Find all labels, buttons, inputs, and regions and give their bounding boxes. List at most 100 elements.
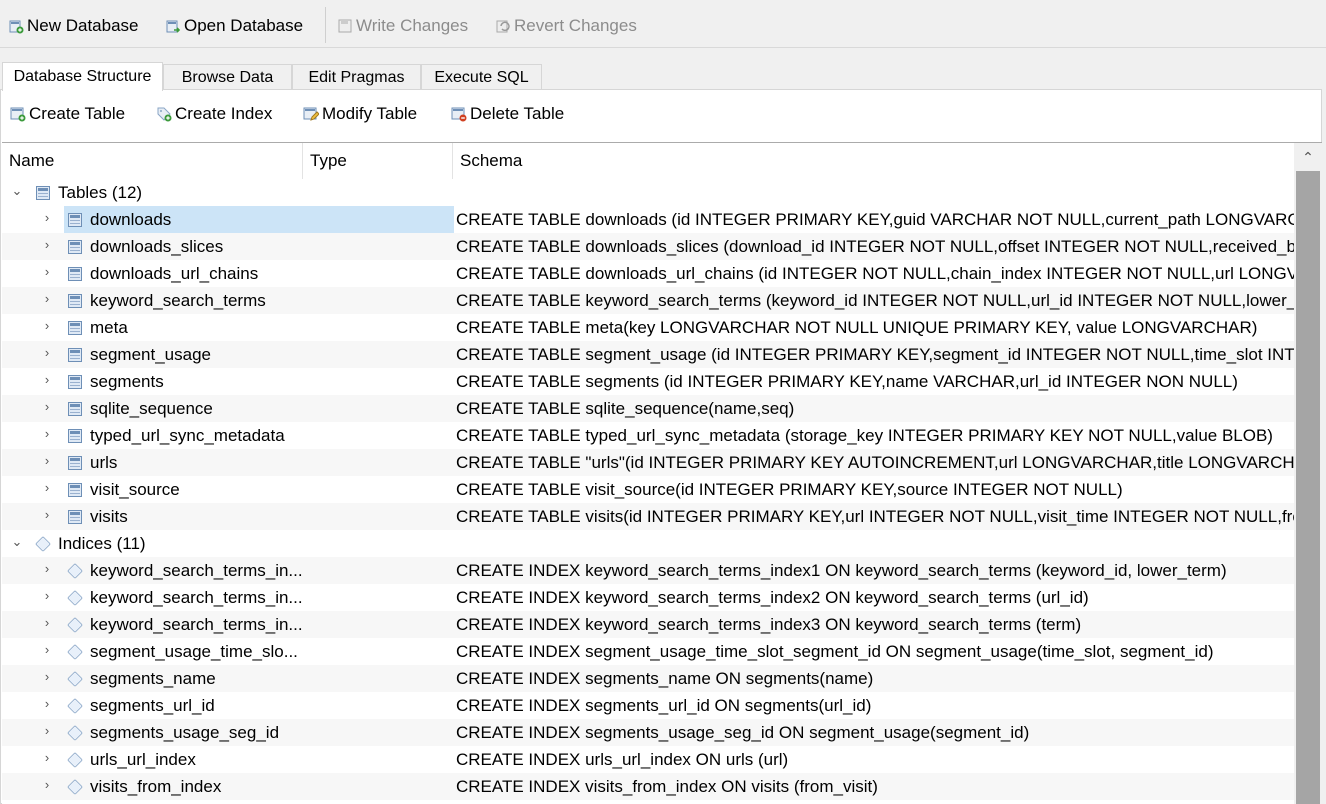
chevron-right-icon[interactable]: › <box>40 373 54 387</box>
create-index-icon <box>156 106 172 122</box>
tab-browse-data[interactable]: Browse Data <box>163 64 292 90</box>
table-icon <box>68 347 82 362</box>
write-changes-icon <box>337 18 353 34</box>
index-row[interactable]: › visits_from_index CREATE INDEX visits_… <box>2 773 1294 800</box>
table-row[interactable]: › segments CREATE TABLE segments (id INT… <box>2 368 1294 395</box>
schema-cell: CREATE INDEX keyword_search_terms_index2… <box>456 587 1089 607</box>
index-row[interactable]: › segments_usage_seg_id CREATE INDEX seg… <box>2 719 1294 746</box>
chevron-right-icon[interactable]: › <box>40 589 54 603</box>
chevron-right-icon[interactable]: › <box>40 427 54 441</box>
index-row[interactable]: › keyword_search_terms_in... CREATE INDE… <box>2 584 1294 611</box>
chevron-right-icon[interactable]: › <box>40 643 54 657</box>
table-group-icon <box>36 185 50 200</box>
chevron-right-icon[interactable]: › <box>40 562 54 576</box>
vertical-scrollbar[interactable]: ⌃ <box>1294 143 1322 804</box>
table-row[interactable]: › urls CREATE TABLE "urls"(id INTEGER PR… <box>2 449 1294 476</box>
group-row-indices[interactable]: ⌄ Indices (11) <box>2 530 1294 557</box>
chevron-right-icon[interactable]: › <box>40 292 54 306</box>
schema-cell: CREATE TABLE sqlite_sequence(name,seq) <box>456 398 795 418</box>
table-icon <box>68 401 82 416</box>
table-row[interactable]: › visit_source CREATE TABLE visit_source… <box>2 476 1294 503</box>
chevron-right-icon[interactable]: › <box>40 211 54 225</box>
index-row[interactable]: › segment_usage_time_slo... CREATE INDEX… <box>2 638 1294 665</box>
tab-label: Database Structure <box>13 68 152 85</box>
name-cell: visits_from_index <box>67 773 221 800</box>
table-row[interactable]: › downloads CREATE TABLE downloads (id I… <box>2 206 1294 233</box>
chevron-right-icon[interactable]: › <box>40 697 54 711</box>
revert-changes-button[interactable]: Revert Changes <box>495 14 637 38</box>
create-table-button[interactable]: Create Table <box>10 104 125 124</box>
chevron-down-icon[interactable]: ⌄ <box>10 184 24 198</box>
index-icon <box>67 751 83 768</box>
schema-cell: CREATE TABLE downloads_slices (download_… <box>456 236 1294 256</box>
write-changes-button[interactable]: Write Changes <box>337 14 468 38</box>
index-row[interactable]: › segments_url_id CREATE INDEX segments_… <box>2 692 1294 719</box>
chevron-right-icon[interactable]: › <box>40 481 54 495</box>
name-cell: urls_url_index <box>67 746 196 773</box>
table-row[interactable]: › downloads_url_chains CREATE TABLE down… <box>2 260 1294 287</box>
create-table-label: Create Table <box>29 104 126 123</box>
structure-tree: Name Type Schema ⌄ Tables (12) › downloa… <box>2 142 1322 804</box>
group-label: Tables (12) <box>58 182 143 202</box>
table-row[interactable]: › typed_url_sync_metadata CREATE TABLE t… <box>2 422 1294 449</box>
name-cell: keyword_search_terms_in... <box>67 584 303 611</box>
create-index-button[interactable]: Create Index <box>156 104 272 124</box>
chevron-right-icon[interactable]: › <box>40 400 54 414</box>
column-header-schema[interactable]: Schema <box>453 143 1294 179</box>
schema-cell: CREATE TABLE typed_url_sync_metadata (st… <box>456 425 1273 445</box>
scrollbar-thumb[interactable] <box>1296 171 1320 804</box>
index-row[interactable]: › keyword_search_terms_in... CREATE INDE… <box>2 557 1294 584</box>
item-name: urls_url_index <box>90 749 196 769</box>
chevron-right-icon[interactable]: › <box>40 724 54 738</box>
delete-table-button[interactable]: Delete Table <box>451 104 564 124</box>
chevron-right-icon[interactable]: › <box>40 454 54 468</box>
chevron-right-icon[interactable]: › <box>40 238 54 252</box>
index-row[interactable]: › segments_name CREATE INDEX segments_na… <box>2 665 1294 692</box>
chevron-right-icon[interactable]: › <box>40 778 54 792</box>
chevron-right-icon[interactable]: › <box>40 319 54 333</box>
chevron-right-icon[interactable]: › <box>40 265 54 279</box>
table-row[interactable]: › sqlite_sequence CREATE TABLE sqlite_se… <box>2 395 1294 422</box>
open-database-button[interactable]: Open Database <box>165 14 303 38</box>
open-database-icon <box>165 18 181 34</box>
item-name: segments_name <box>90 668 216 688</box>
modify-table-label: Modify Table <box>322 104 418 123</box>
tab-database-structure[interactable]: Database Structure <box>2 62 163 91</box>
delete-table-icon <box>451 106 467 122</box>
index-icon <box>67 643 83 660</box>
name-cell: keyword_search_terms_in... <box>67 557 303 584</box>
chevron-right-icon[interactable]: › <box>40 616 54 630</box>
tab-edit-pragmas[interactable]: Edit Pragmas <box>292 64 421 90</box>
index-row[interactable]: › urls_url_index CREATE INDEX urls_url_i… <box>2 746 1294 773</box>
column-header-name[interactable]: Name <box>2 143 303 179</box>
chevron-down-icon[interactable]: ⌄ <box>10 535 24 549</box>
name-cell: sqlite_sequence <box>68 395 213 422</box>
item-name: visit_source <box>90 479 180 499</box>
new-database-button[interactable]: New Database <box>8 14 139 38</box>
schema-cell: CREATE INDEX urls_url_index ON urls (url… <box>456 749 789 769</box>
item-name: segment_usage <box>90 344 211 364</box>
column-header-type[interactable]: Type <box>303 143 453 179</box>
name-cell: downloads <box>64 206 454 233</box>
chevron-right-icon[interactable]: › <box>40 751 54 765</box>
chevron-right-icon[interactable]: › <box>40 508 54 522</box>
schema-cell: CREATE INDEX visits_from_index ON visits… <box>456 776 878 796</box>
table-row[interactable]: › downloads_slices CREATE TABLE download… <box>2 233 1294 260</box>
table-row[interactable]: › keyword_search_terms CREATE TABLE keyw… <box>2 287 1294 314</box>
item-name: typed_url_sync_metadata <box>90 425 285 445</box>
item-name: downloads_url_chains <box>90 263 259 283</box>
table-row[interactable]: › segment_usage CREATE TABLE segment_usa… <box>2 341 1294 368</box>
revert-changes-icon <box>495 18 511 34</box>
chevron-right-icon[interactable]: › <box>40 670 54 684</box>
name-cell: meta <box>68 314 128 341</box>
index-row[interactable]: › keyword_search_terms_in... CREATE INDE… <box>2 611 1294 638</box>
table-row[interactable]: › visits CREATE TABLE visits(id INTEGER … <box>2 503 1294 530</box>
main-toolbar: New Database Open Database Write Changes… <box>0 0 1326 48</box>
modify-table-button[interactable]: Modify Table <box>303 104 417 124</box>
table-row[interactable]: › meta CREATE TABLE meta(key LONGVARCHAR… <box>2 314 1294 341</box>
scroll-up-icon[interactable]: ⌃ <box>1294 143 1322 171</box>
tab-execute-sql[interactable]: Execute SQL <box>421 64 542 90</box>
chevron-right-icon[interactable]: › <box>40 346 54 360</box>
group-row-tables[interactable]: ⌄ Tables (12) <box>2 179 1294 206</box>
group-label: Indices (11) <box>58 533 146 553</box>
